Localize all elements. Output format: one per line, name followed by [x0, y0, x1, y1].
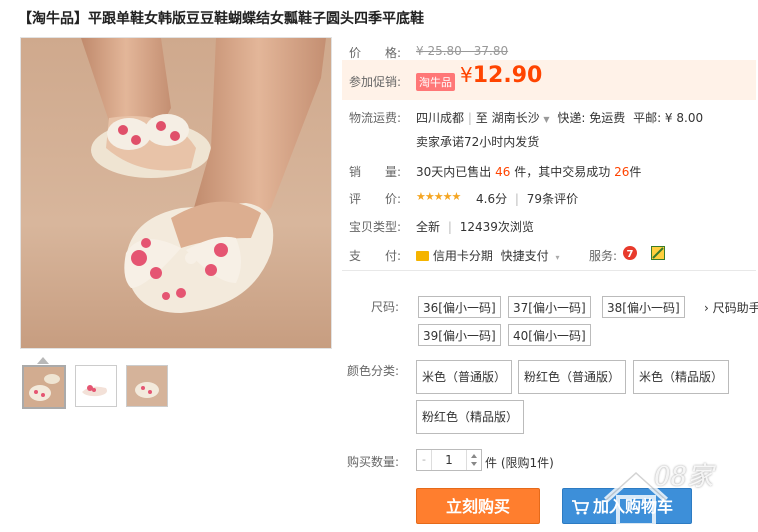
chevron-down-icon[interactable]: ▾	[556, 253, 560, 262]
quantity-input[interactable]: 1	[435, 450, 463, 470]
thumbnail-3[interactable]	[126, 365, 168, 407]
chevron-right-icon: ›	[704, 301, 709, 315]
payment-label: 支 付:	[349, 249, 402, 263]
thumbnail-2[interactable]	[75, 365, 117, 407]
express-fee: 快递: 免运费	[557, 111, 626, 125]
item-type-label: 宝贝类型:	[349, 220, 402, 234]
main-product-image[interactable]	[20, 37, 332, 349]
seven-day-return-icon[interactable]: 7	[622, 245, 638, 261]
quantity-stepper[interactable]: - 1	[416, 449, 482, 471]
color-option-pink-premium[interactable]: 粉红色（精品版）	[416, 400, 525, 434]
product-title: 【淘牛品】平跟单鞋女韩版豆豆鞋蝴蝶结女瓢鞋子圆头四季平底鞋	[18, 11, 424, 27]
size-option-39[interactable]: 39[偏小一码]	[418, 324, 501, 346]
ship-to[interactable]: 湖南长沙	[492, 111, 540, 125]
ship-to-prefix: 至	[475, 111, 488, 125]
quantity-spin-buttons[interactable]	[466, 450, 481, 470]
size-option-38[interactable]: 38[偏小一码]	[602, 296, 685, 318]
color-option-beige-premium[interactable]: 米色（精品版）	[633, 360, 730, 394]
sales-info: 30天内已售出 46 件，其中交易成功 26件	[416, 163, 641, 180]
quantity-limit-note: 件 (限购1件)	[485, 456, 554, 470]
color-label: 颜色分类:	[347, 364, 400, 378]
rating-score: 4.6分	[476, 192, 508, 206]
size-label: 尺码:	[371, 300, 400, 314]
view-count: 12439次浏览	[459, 220, 534, 234]
quantity-label: 购买数量:	[347, 455, 400, 469]
sales-prefix: 30天内已售出	[416, 165, 492, 179]
size-helper-text: 尺码助手	[712, 301, 758, 315]
installment-option[interactable]: 信用卡分期	[433, 249, 493, 263]
currency-symbol: ¥	[460, 63, 473, 87]
sold-count: 46	[495, 165, 511, 179]
success-count: 26	[614, 165, 630, 179]
service-label: 服务:	[589, 249, 618, 263]
star-rating-icon: ★★★★★	[416, 190, 461, 203]
review-count-link[interactable]: 79条评价	[527, 192, 578, 206]
original-price: ¥ 25.80 - 37.80	[416, 44, 509, 58]
color-option-beige-standard[interactable]: 米色（普通版）	[416, 360, 513, 394]
thumbnail-1[interactable]	[22, 365, 66, 409]
sales-mid: 件，其中交易成功	[514, 165, 611, 179]
promo-price-value: 12.90	[472, 63, 543, 88]
ship-from[interactable]: 四川成都	[416, 111, 464, 125]
guarantee-icon[interactable]	[651, 246, 665, 260]
spin-arrows-icon	[471, 454, 477, 466]
payment-options: 信用卡分期 快捷支付 ▾	[416, 247, 560, 264]
rating-divider: |	[514, 192, 519, 206]
quantity-decrease-button[interactable]: -	[417, 450, 432, 470]
item-type-info: 全新 | 12439次浏览	[416, 218, 534, 235]
promo-price-box	[342, 60, 756, 100]
size-option-36[interactable]: 36[偏小一码]	[418, 296, 501, 318]
price-label: 价 格:	[349, 46, 402, 60]
section-divider	[342, 270, 756, 271]
size-option-40[interactable]: 40[偏小一码]	[508, 324, 591, 346]
watermark-text: 08家	[654, 462, 714, 492]
sales-label: 销 量:	[349, 165, 402, 179]
dropdown-icon[interactable]: ▼	[543, 115, 549, 124]
quick-pay-option[interactable]: 快捷支付	[501, 249, 549, 263]
sales-suffix: 件	[629, 165, 642, 179]
thumbnail-image	[76, 366, 116, 406]
shipping-from: 四川成都 | 至 湖南长沙 ▼ 快递: 免运费 平邮: ¥ 8.00	[416, 111, 704, 125]
buy-now-button[interactable]: 立刻购买	[416, 488, 540, 524]
thumbnail-pointer	[37, 357, 49, 364]
type-divider: |	[447, 220, 452, 234]
thumbnail-image	[24, 367, 64, 407]
rating-info: 4.6分 | 79条评价	[476, 190, 578, 207]
size-option-37[interactable]: 37[偏小一码]	[508, 296, 591, 318]
promo-tag: 淘牛品	[416, 73, 455, 91]
credit-card-icon	[416, 251, 429, 261]
color-option-pink-standard[interactable]: 粉红色（普通版）	[518, 360, 627, 394]
thumbnail-image	[127, 366, 167, 406]
shoe-photo	[21, 38, 331, 348]
svg-text:7: 7	[627, 249, 634, 260]
item-condition: 全新	[416, 220, 441, 234]
promo-label: 参加促销:	[349, 75, 402, 89]
promo-price: ¥12.90	[460, 63, 542, 88]
surface-mail-fee: 平邮: ¥ 8.00	[633, 111, 704, 125]
shipping-promise: 卖家承诺72小时内发货	[416, 135, 540, 149]
shopping-cart-icon	[572, 500, 589, 515]
shipping-label: 物流运费:	[349, 111, 402, 125]
rating-label: 评 价:	[349, 192, 402, 206]
size-helper-link[interactable]: › 尺码助手	[704, 299, 758, 316]
